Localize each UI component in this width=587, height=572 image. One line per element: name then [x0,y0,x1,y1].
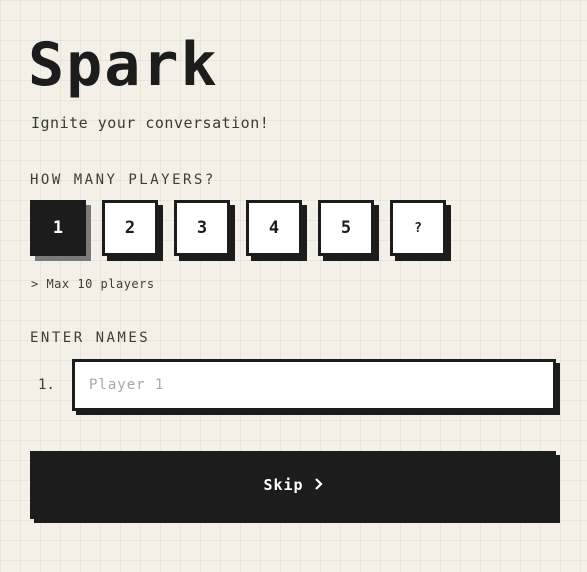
names-section-label: ENTER NAMES [30,330,151,346]
player-name-input[interactable] [72,359,556,411]
player-count-option-3[interactable]: 3 [174,200,230,256]
skip-button[interactable]: Skip [30,451,556,519]
player-count-option-4[interactable]: 4 [246,200,302,256]
players-section-label: HOW MANY PLAYERS? [30,172,216,188]
player-count-option-5[interactable]: 5 [318,200,374,256]
skip-button-label: Skip [263,476,304,494]
player-count-options: 1 2 3 4 5 ? [30,200,462,256]
name-row-number: 1. [38,377,55,393]
app-title: Spark [28,30,219,100]
name-entry-row: 1. [38,359,556,411]
player-count-option-unknown[interactable]: ? [390,200,446,256]
player-count-option-2[interactable]: 2 [102,200,158,256]
chevron-right-icon [314,476,323,494]
app-subtitle: Ignite your conversation! [31,114,270,132]
player-count-option-1[interactable]: 1 [30,200,86,256]
max-players-hint: > Max 10 players [31,277,155,291]
app-root: Spark Ignite your conversation! HOW MANY… [0,0,587,572]
